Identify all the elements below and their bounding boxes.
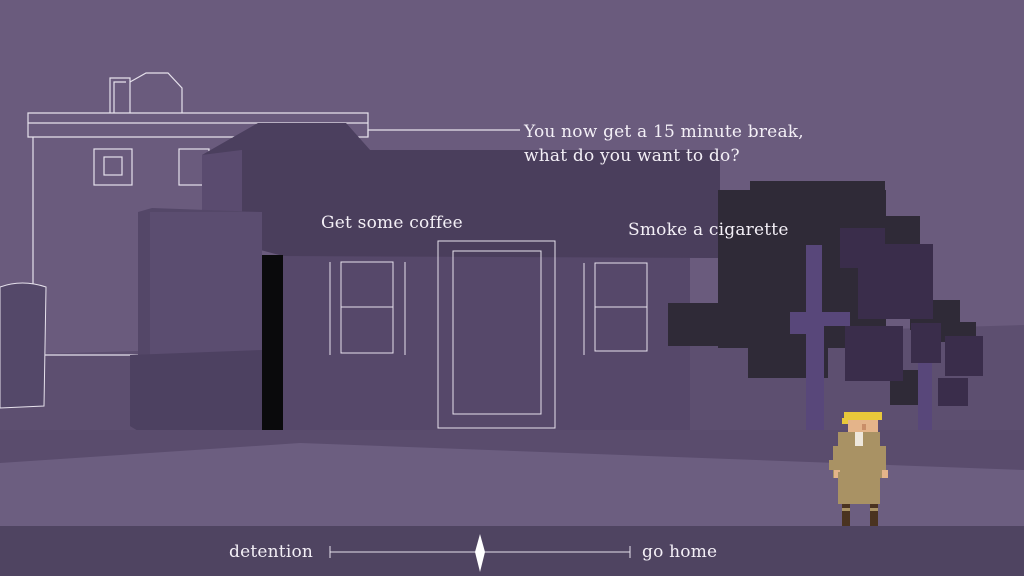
tank-silhouette — [0, 282, 47, 409]
dialog-prompt: You now get a 15 minute break, what do y… — [524, 120, 804, 168]
choice-get-coffee[interactable]: Get some coffee — [321, 211, 463, 235]
choice-smoke-cigarette[interactable]: Smoke a cigarette — [628, 218, 789, 242]
dialog-prompt-line-1: You now get a 15 minute break, — [524, 122, 804, 142]
timeline-slider[interactable] — [320, 532, 640, 576]
timeline-label-go-home: go home — [642, 542, 718, 562]
main-building — [130, 123, 720, 435]
timeline-label-detention: detention — [229, 542, 314, 562]
player-character — [829, 412, 888, 532]
dialog-prompt-line-2: what do you want to do? — [524, 146, 740, 166]
timeline-handle[interactable] — [475, 534, 485, 572]
